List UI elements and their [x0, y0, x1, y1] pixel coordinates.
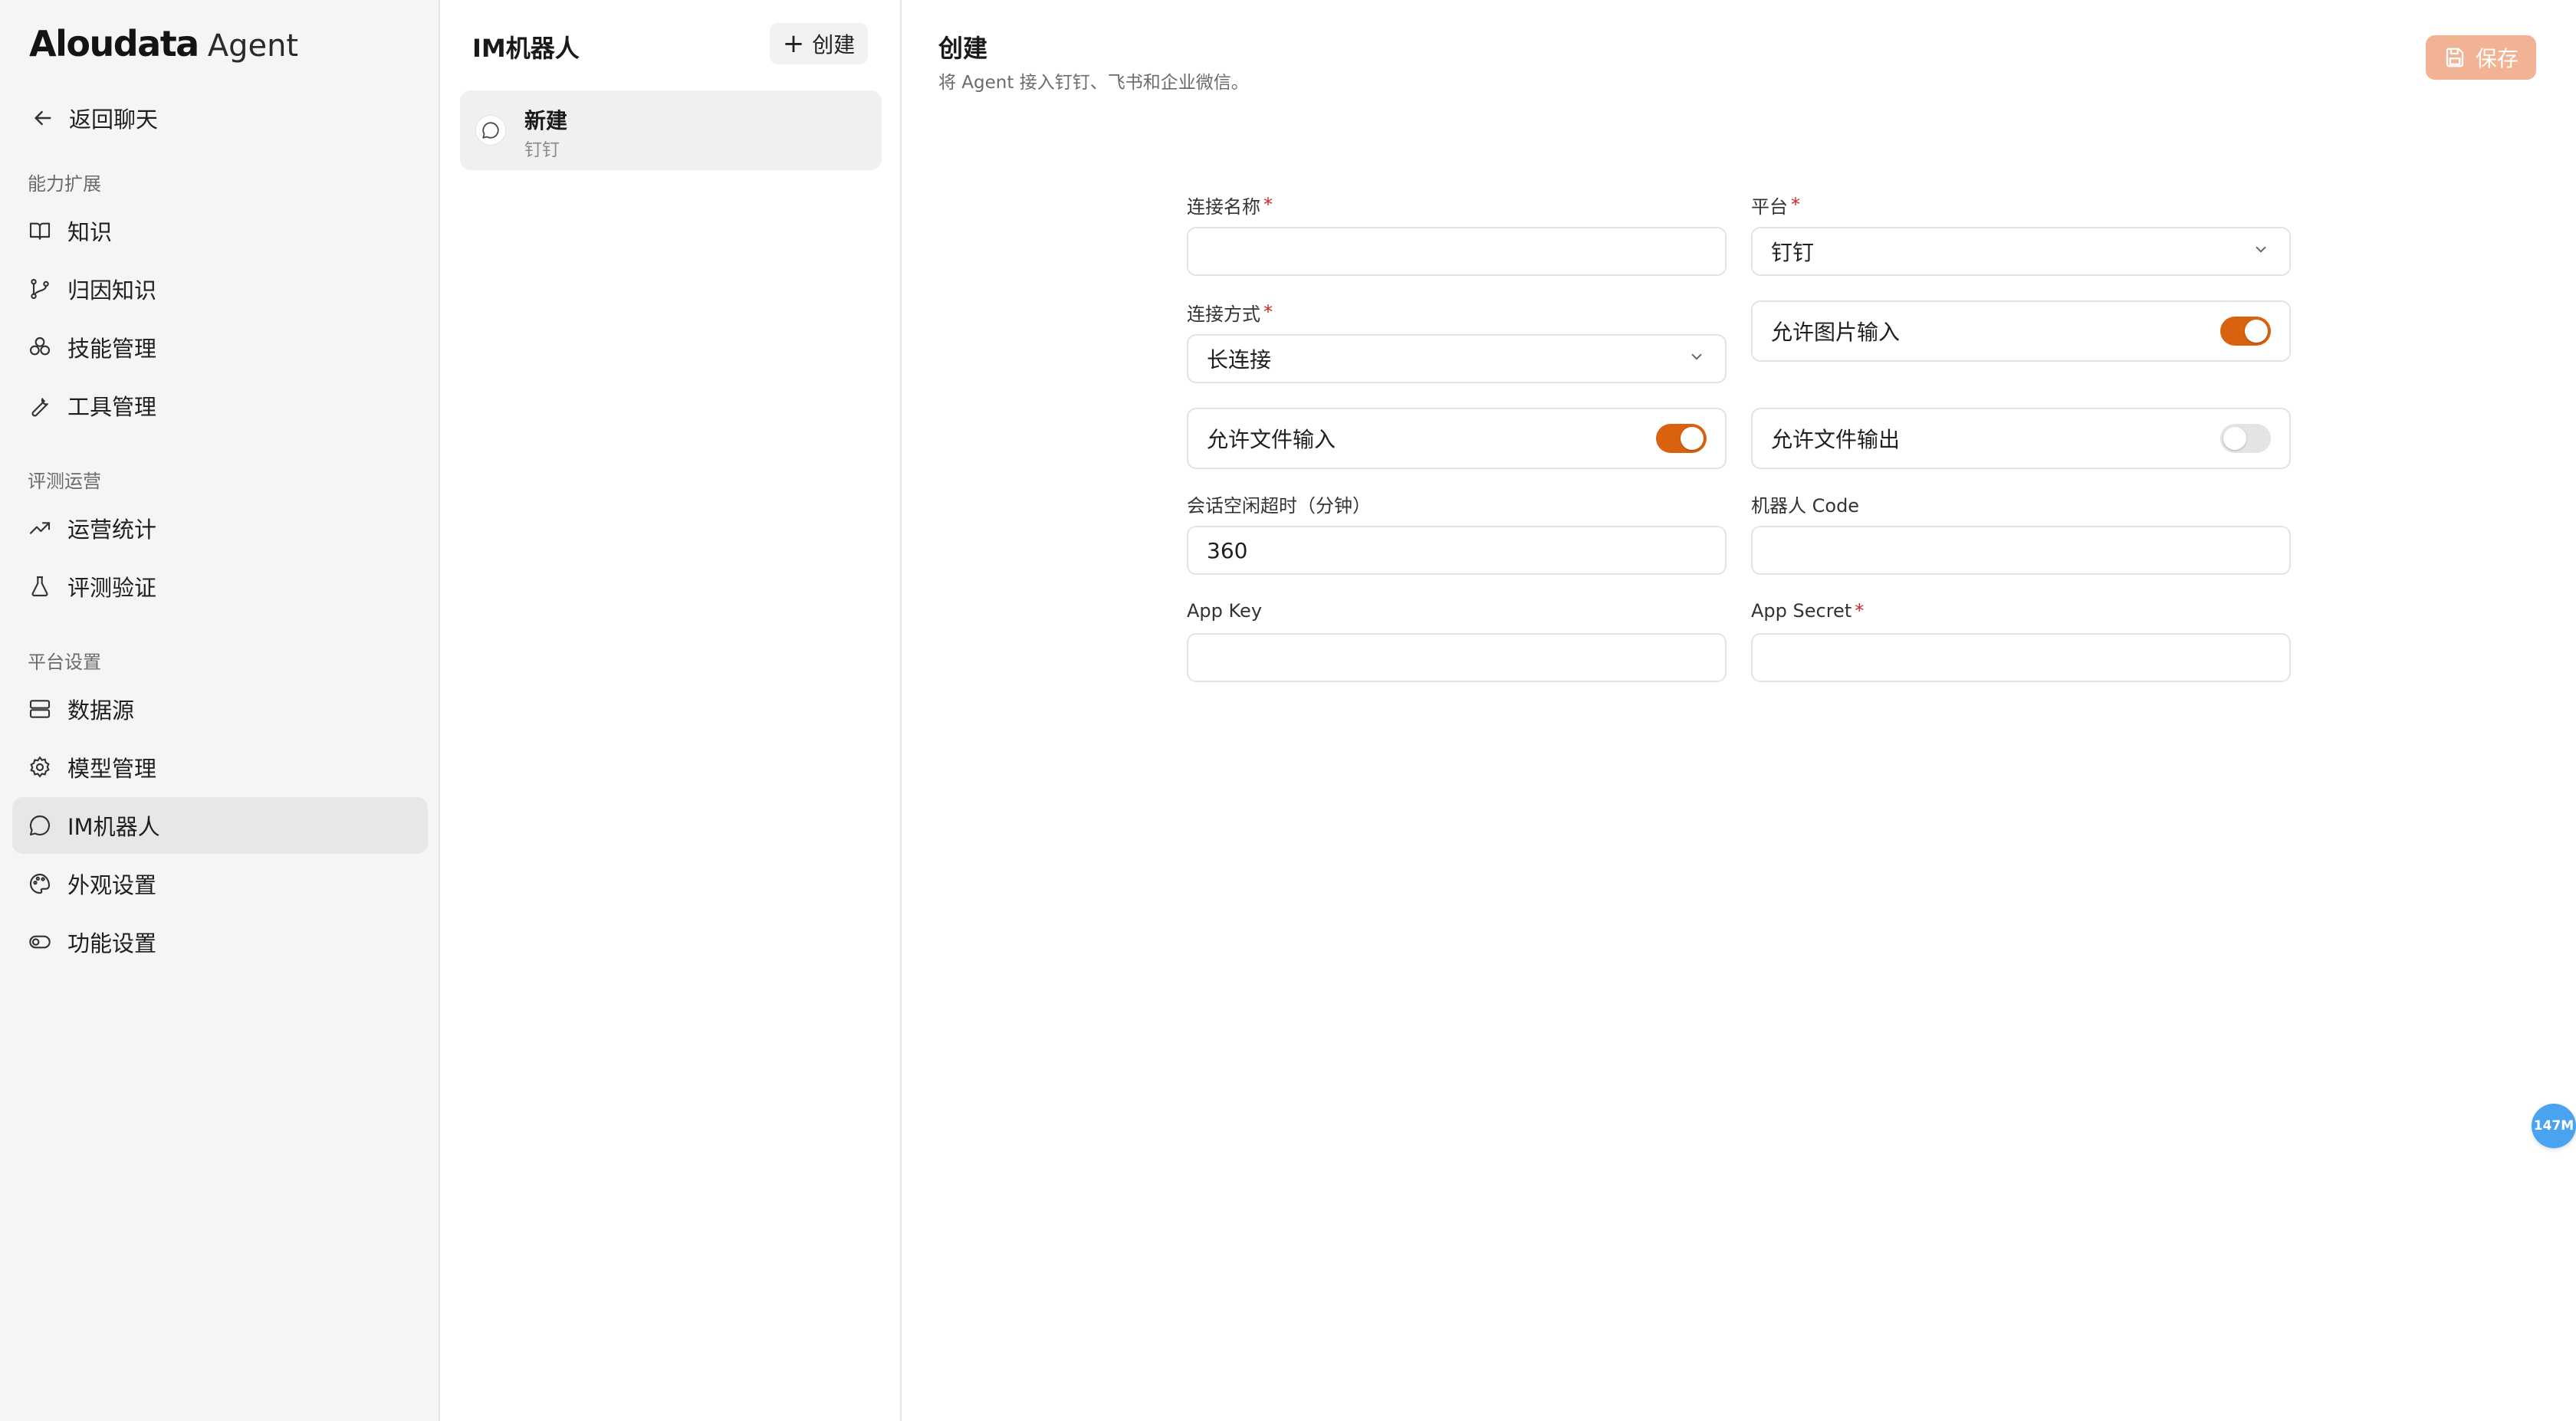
sidebar-item-tools[interactable]: 工具管理 [12, 377, 428, 434]
sidebar: Aloudata Agent 返回聊天 能力扩展 知识 归因知识 技能管理 工具… [0, 0, 440, 1421]
connection-name-field: 连接名称 * [1187, 192, 1727, 276]
sidebar-item-statistics[interactable]: 运营统计 [12, 500, 428, 556]
save-label: 保存 [2475, 46, 2518, 71]
memory-usage-badge[interactable]: 147M [2532, 1104, 2576, 1148]
required-mark: * [1855, 600, 1865, 622]
list-panel-title: IM机器人 [472, 34, 580, 63]
wrench-icon [28, 393, 52, 418]
sidebar-item-attribution-knowledge[interactable]: 归因知识 [12, 261, 428, 317]
chevron-down-icon [1687, 346, 1707, 372]
allow-file-input-card: 允许文件输入 [1187, 408, 1727, 469]
sidebar-item-label: 工具管理 [67, 394, 157, 420]
sidebar-item-appearance[interactable]: 外观设置 [12, 855, 428, 912]
save-icon [2443, 46, 2466, 69]
sidebar-item-im-bot[interactable]: IM机器人 [12, 797, 428, 854]
robot-code-field: 机器人 Code [1751, 491, 2291, 575]
trend-icon [28, 516, 52, 540]
arrow-left-icon [31, 106, 55, 130]
create-bot-button[interactable]: + 创建 [770, 23, 868, 64]
sidebar-item-skills[interactable]: 技能管理 [12, 319, 428, 376]
connection-mode-select[interactable]: 长连接 [1187, 334, 1727, 383]
app-secret-input[interactable] [1751, 633, 2291, 682]
im-bot-list-panel: IM机器人 + 创建 新建 钉钉 [442, 0, 902, 1421]
platform-field: 平台 * 钉钉 [1751, 192, 2291, 276]
main-content: 创建 将 Agent 接入钉钉、飞书和企业微信。 保存 连接名称* 平台* [903, 0, 2576, 1421]
sidebar-item-label: IM机器人 [67, 814, 160, 840]
sidebar-item-label: 评测验证 [67, 575, 157, 601]
app-window: Aloudata Agent 返回聊天 能力扩展 知识 归因知识 技能管理 工具… [0, 0, 2576, 1421]
sidebar-item-label: 归因知识 [67, 277, 157, 304]
app-key-field: App Key [1187, 598, 1727, 682]
required-mark: * [1263, 194, 1273, 215]
branch-icon [28, 277, 52, 301]
page-subtitle: 将 Agent 接入钉钉、飞书和企业微信。 [938, 73, 1249, 93]
brand-logo: Aloudata Agent [29, 23, 298, 69]
idle-timeout-label: 会话空闲超时（分钟） [1187, 494, 1371, 517]
page-title: 创建 [938, 34, 988, 63]
allow-file-input-toggle[interactable] [1656, 424, 1707, 453]
platform-label: 平台 * [1751, 194, 1800, 218]
idle-timeout-field: 会话空闲超时（分钟） 360 [1187, 491, 1727, 575]
allow-image-input-card: 允许图片输入 [1751, 300, 2291, 362]
platform-select[interactable]: 钉钉 [1751, 227, 2291, 276]
connection-mode-field: 连接方式 * 长连接 [1187, 299, 1727, 383]
server-icon [28, 697, 52, 721]
sidebar-item-label: 功能设置 [67, 930, 157, 957]
app-key-input[interactable] [1187, 633, 1727, 682]
flask-icon [28, 574, 52, 599]
connection-mode-label: 连接方式 * [1187, 301, 1273, 325]
allow-file-output-label: 允许文件输出 [1771, 427, 1901, 452]
sidebar-item-label: 模型管理 [67, 756, 157, 782]
section-title-evaluation: 评测运营 [28, 471, 101, 492]
list-item-platform: 钉钉 [524, 140, 560, 160]
palette-icon [28, 871, 52, 896]
sidebar-item-label: 技能管理 [67, 336, 157, 362]
chat-bubble-icon [475, 115, 506, 146]
brand-name: Aloudata [29, 23, 199, 64]
allow-image-input-label: 允许图片输入 [1771, 320, 1901, 345]
sidebar-item-knowledge[interactable]: 知识 [12, 202, 428, 259]
brand-product: Agent [207, 28, 299, 64]
sidebar-item-label: 数据源 [67, 697, 135, 724]
app-key-label: App Key [1187, 600, 1263, 622]
save-button[interactable]: 保存 [2426, 35, 2536, 80]
plus-icon: + [782, 28, 805, 59]
app-secret-label: App Secret * [1751, 600, 1865, 622]
platform-selected-value: 钉钉 [1771, 240, 1815, 265]
allow-file-input-label: 允许文件输入 [1207, 427, 1336, 452]
create-bot-label: 创建 [812, 32, 856, 57]
back-to-chat-label: 返回聊天 [69, 107, 159, 133]
chat-icon [28, 813, 52, 838]
allow-file-output-card: 允许文件输出 [1751, 408, 2291, 469]
list-item[interactable]: 新建 钉钉 [460, 90, 882, 170]
sidebar-item-datasource[interactable]: 数据源 [12, 681, 428, 737]
list-item-name: 新建 [524, 108, 568, 133]
chevron-down-icon [2251, 239, 2271, 264]
sidebar-item-label: 外观设置 [67, 872, 157, 898]
toggle-icon [28, 930, 52, 954]
required-mark: * [1263, 301, 1273, 323]
back-to-chat-link[interactable]: 返回聊天 [31, 100, 158, 136]
idle-timeout-input[interactable]: 360 [1187, 526, 1727, 575]
robot-code-input[interactable] [1751, 526, 2291, 575]
sidebar-item-evaluation[interactable]: 评测验证 [12, 558, 428, 615]
section-title-capabilities: 能力扩展 [28, 173, 101, 195]
circles-icon [28, 335, 52, 359]
sidebar-item-models[interactable]: 模型管理 [12, 739, 428, 796]
gear-icon [28, 755, 52, 779]
required-mark: * [1791, 194, 1800, 215]
app-secret-field: App Secret * [1751, 598, 2291, 682]
connection-name-label: 连接名称 * [1187, 194, 1273, 218]
section-title-platform: 平台设置 [28, 651, 101, 673]
robot-code-label: 机器人 Code [1751, 494, 1860, 517]
book-icon [28, 218, 52, 243]
sidebar-item-label: 知识 [67, 219, 113, 245]
allow-image-input-toggle[interactable] [2220, 317, 2271, 346]
connection-mode-selected-value: 长连接 [1207, 347, 1272, 372]
connection-name-input[interactable] [1187, 227, 1727, 276]
sidebar-item-features[interactable]: 功能设置 [12, 914, 428, 970]
allow-file-output-toggle[interactable] [2220, 424, 2271, 453]
sidebar-item-label: 运营统计 [67, 517, 157, 543]
